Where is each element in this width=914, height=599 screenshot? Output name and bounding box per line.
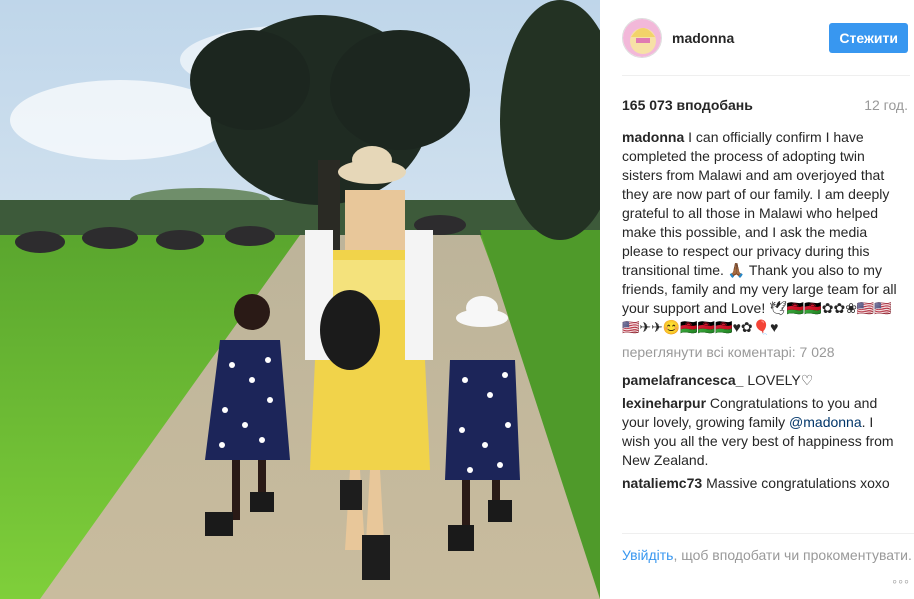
post-author-username[interactable]: madonna <box>672 30 734 46</box>
comment-item: nataliemc73 Massive congratulations xoxo <box>622 474 900 493</box>
caption: madonna I can officially confirm I have … <box>622 128 900 337</box>
post-photo-illustration <box>0 0 600 599</box>
login-prompt-text: , щоб вподобати чи прокоментувати. <box>673 547 912 563</box>
comment-mention-link[interactable]: @madonna <box>789 414 862 430</box>
avatar[interactable] <box>622 17 662 58</box>
comment-username[interactable]: pamelafrancesca_ <box>622 372 743 388</box>
post-footer: Увійдіть, щоб вподобати чи прокоментуват… <box>622 533 914 565</box>
post-sidebar: madonna Стежити 165 073 вподобань 12 год… <box>600 0 914 599</box>
post-photo[interactable] <box>0 0 600 599</box>
instagram-post: madonna Стежити 165 073 вподобань 12 год… <box>0 0 914 599</box>
comment-text: Massive congratulations xoxo <box>706 475 890 491</box>
likes-count[interactable]: 165 073 вподобань <box>622 97 753 113</box>
follow-button[interactable]: Стежити <box>829 23 908 53</box>
caption-username[interactable]: madonna <box>622 129 684 145</box>
comment-username[interactable]: nataliemc73 <box>622 475 702 491</box>
login-link[interactable]: Увійдіть <box>622 547 673 563</box>
view-all-comments-link[interactable]: переглянути всі коментарі: 7 028 <box>622 343 900 362</box>
comment-item: lexineharpur Congratulations to you and … <box>622 394 900 470</box>
avatar-image <box>623 18 661 57</box>
comment-text: LOVELY♡ <box>747 372 814 388</box>
comments-list: madonna I can officially confirm I have … <box>622 128 914 493</box>
post-stats: 165 073 вподобань 12 год. <box>622 96 914 114</box>
comment-username[interactable]: lexineharpur <box>622 395 706 411</box>
caption-text: I can officially confirm I have complete… <box>622 129 897 335</box>
post-time[interactable]: 12 год. <box>864 97 908 113</box>
more-options-icon[interactable]: ◦◦◦ <box>892 573 910 589</box>
comment-item: pamelafrancesca_ LOVELY♡ <box>622 371 900 390</box>
